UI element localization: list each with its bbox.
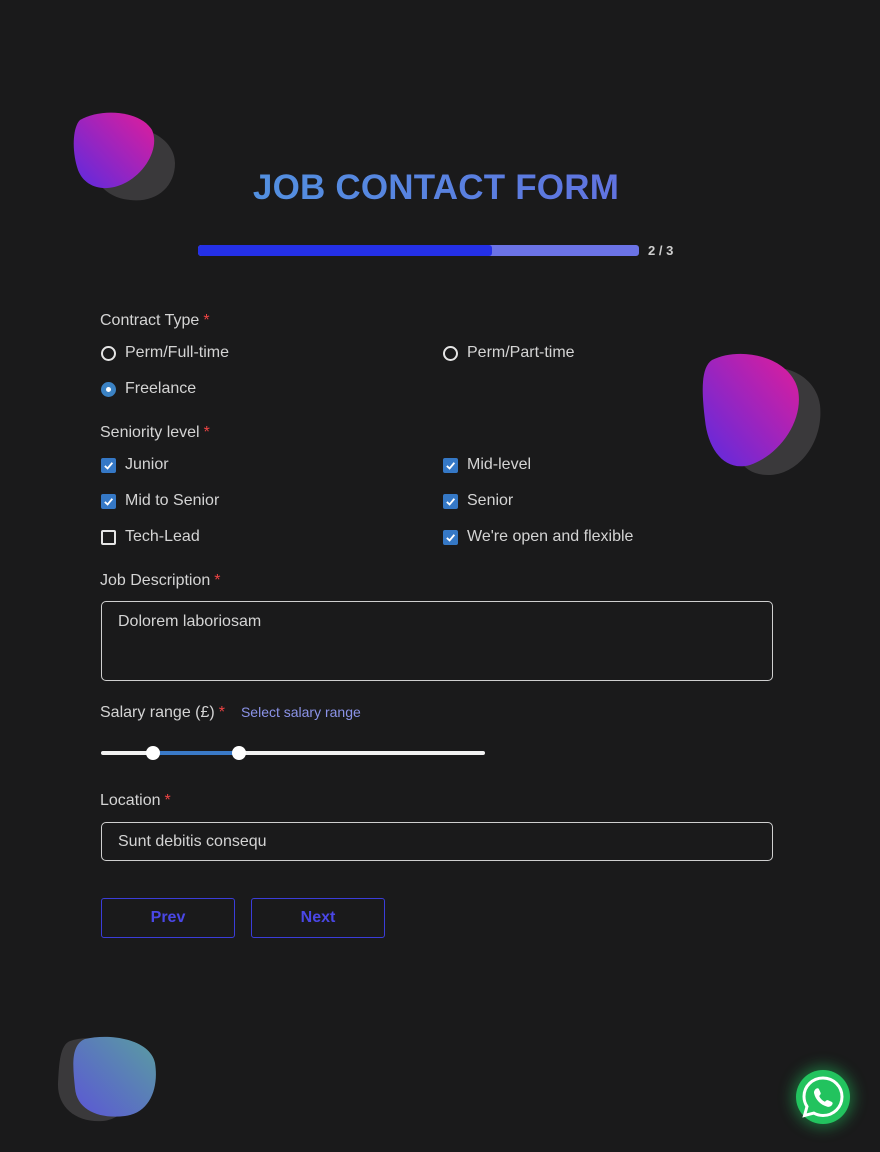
progress-bar-fill — [198, 245, 493, 256]
checkbox[interactable] — [101, 529, 116, 545]
decorative-blob-right — [702, 353, 821, 475]
salary-range-selected — [152, 751, 240, 755]
radio-option-perm-part-time[interactable]: Perm/Part-time — [443, 344, 575, 362]
seniority-level-label-text: Seniority level — [100, 424, 200, 441]
radio-option-label: Perm/Full-time — [125, 344, 230, 361]
salary-range-label: Salary range (£) * Select salary range — [100, 704, 361, 722]
checkbox[interactable] — [101, 457, 116, 473]
page-title: JOB CONTACT FORM — [0, 168, 872, 208]
location-label-text: Location — [100, 792, 161, 809]
checkbox-mid-to-senior[interactable]: Mid to Senior — [101, 492, 219, 510]
checkbox[interactable] — [443, 493, 458, 509]
radio-option-freelance[interactable]: Freelance — [101, 380, 196, 398]
radio-button[interactable] — [101, 345, 116, 361]
required-asterisk: * — [164, 792, 171, 809]
radio-button[interactable] — [443, 345, 458, 361]
checkmark-icon — [446, 533, 456, 542]
checkmark-icon — [446, 497, 456, 506]
required-asterisk: * — [203, 424, 210, 441]
radio-option-label: Perm/Part-time — [467, 344, 575, 361]
salary-range-slider[interactable] — [101, 746, 485, 760]
job-description-textarea[interactable]: Dolorem laboriosam — [101, 601, 773, 681]
decorative-blob-bottom-left — [57, 1036, 156, 1122]
checkbox-junior[interactable]: Junior — [101, 456, 169, 474]
location-label: Location * — [100, 792, 171, 810]
progress-bar — [198, 245, 639, 256]
seniority-level-label: Seniority level * — [100, 424, 210, 442]
checkbox-open-and-flexible[interactable]: We're open and flexible — [443, 528, 633, 546]
contract-type-label: Contract Type * — [100, 312, 210, 330]
checkbox-label: Senior — [467, 492, 514, 509]
salary-slider-max-handle[interactable] — [232, 746, 247, 760]
whatsapp-icon — [802, 1076, 844, 1118]
progress-step-text: 2 / 3 — [648, 243, 674, 258]
checkbox-label: Mid-level — [467, 456, 532, 473]
checkbox-label: Junior — [125, 456, 169, 473]
checkbox[interactable] — [101, 493, 116, 509]
salary-range-hint: Select salary range — [240, 704, 361, 720]
checkbox-label: Mid to Senior — [125, 492, 220, 509]
checkbox-label: Tech-Lead — [125, 528, 200, 545]
next-button[interactable]: Next — [251, 898, 385, 938]
checkbox[interactable] — [443, 457, 458, 473]
prev-button[interactable]: Prev — [101, 898, 235, 938]
job-description-label-text: Job Description — [100, 572, 211, 589]
whatsapp-button[interactable] — [796, 1070, 850, 1124]
checkbox-label: We're open and flexible — [467, 528, 634, 545]
job-description-label: Job Description * — [100, 572, 221, 590]
salary-range-label-text: Salary range (£) — [100, 704, 215, 721]
checkmark-icon — [446, 461, 456, 470]
radio-button[interactable] — [101, 381, 116, 397]
checkbox[interactable] — [443, 529, 458, 545]
checkbox-tech-lead[interactable]: Tech-Lead — [101, 528, 200, 546]
required-asterisk: * — [214, 572, 221, 589]
checkmark-icon — [104, 461, 114, 470]
required-asterisk: * — [218, 704, 225, 721]
contract-type-label-text: Contract Type — [100, 312, 200, 329]
checkmark-icon — [104, 497, 114, 506]
location-input[interactable]: Sunt debitis consequ — [101, 822, 773, 861]
checkbox-mid-level[interactable]: Mid-level — [443, 456, 531, 474]
radio-option-perm-full-time[interactable]: Perm/Full-time — [101, 344, 229, 362]
radio-option-label: Freelance — [125, 380, 197, 397]
required-asterisk: * — [203, 312, 210, 329]
checkbox-senior[interactable]: Senior — [443, 492, 513, 510]
salary-slider-min-handle[interactable] — [145, 746, 160, 760]
